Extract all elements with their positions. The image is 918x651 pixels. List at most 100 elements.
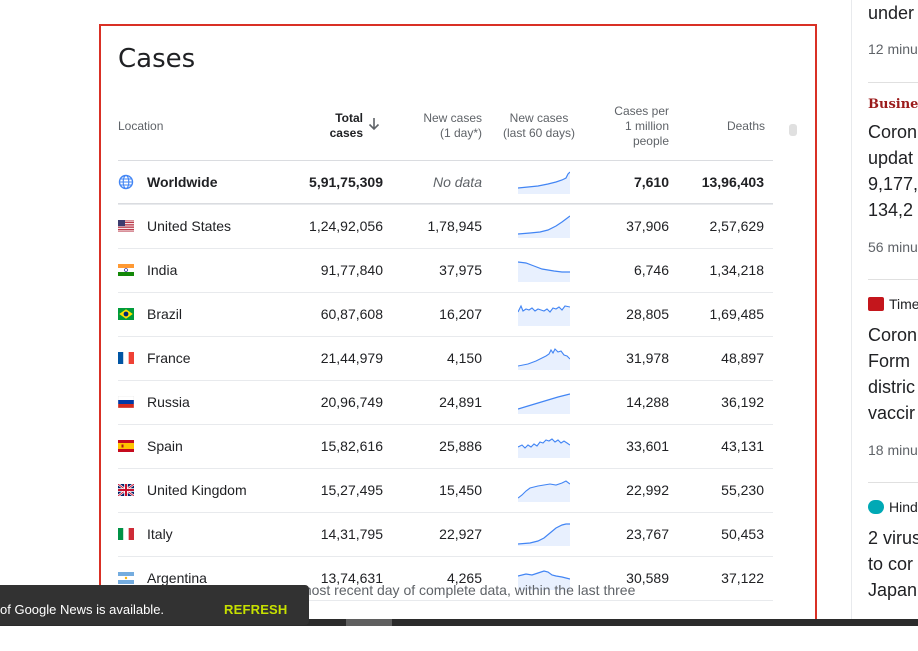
row-cases-per-million: 31,978 [626, 350, 669, 366]
scrollbar-thumb[interactable] [346, 619, 392, 626]
table-row[interactable]: United Kingdom 15,27,495 15,450 22,992 5… [118, 468, 773, 512]
table-row[interactable]: Italy 14,31,795 22,927 23,767 50,453 [118, 512, 773, 556]
header-deaths[interactable]: Deaths [701, 119, 765, 134]
news-divider [868, 482, 918, 483]
row-total-cases: 20,96,749 [320, 394, 383, 410]
row-total-cases: 1,24,92,056 [309, 218, 383, 234]
header-new-cases-1-day[interactable]: New cases (1 day*) [401, 111, 482, 141]
flag-argentina-icon [118, 572, 134, 584]
row-cases-per-million: 14,288 [626, 394, 669, 410]
sparkline-chart [518, 438, 570, 458]
row-deaths: 48,897 [721, 350, 764, 366]
flag-russia-icon [118, 396, 134, 408]
row-deaths: 13,96,403 [701, 174, 764, 190]
row-total-cases: 15,82,616 [320, 438, 383, 454]
news-time: 12 minu [868, 41, 918, 57]
row-location: Brazil [147, 306, 183, 322]
row-new-cases: No data [432, 174, 482, 190]
card-title: Cases [118, 44, 196, 74]
row-cases-per-million: 33,601 [626, 438, 669, 454]
row-new-cases: 1,78,945 [427, 218, 483, 234]
row-cases-per-million: 7,610 [633, 174, 669, 190]
arrow-down-icon [368, 118, 380, 131]
row-new-cases: 15,450 [439, 482, 482, 498]
row-deaths: 37,122 [721, 570, 764, 586]
row-deaths: 55,230 [721, 482, 764, 498]
row-new-cases: 16,207 [439, 306, 482, 322]
table-row[interactable]: France 21,44,979 4,150 31,978 48,897 [118, 336, 773, 380]
news-source-business[interactable]: Business [868, 97, 918, 112]
table-row[interactable]: Brazil 60,87,608 16,207 28,805 1,69,485 [118, 292, 773, 336]
row-new-cases: 22,927 [439, 526, 482, 542]
sparkline-chart [518, 171, 570, 194]
row-location: Spain [147, 438, 183, 454]
row-cases-per-million: 23,767 [626, 526, 669, 542]
flag-united-kingdom-icon [118, 484, 134, 496]
news-time: 18 minu [868, 442, 918, 458]
row-deaths: 36,192 [721, 394, 764, 410]
ht-logo-icon [868, 500, 884, 514]
sparkline-chart [518, 480, 570, 502]
row-new-cases: 25,886 [439, 438, 482, 454]
related-news-column: under 12 minu Business Coron updat 9,177… [851, 0, 918, 619]
update-toast: of Google News is available. REFRESH [0, 585, 309, 625]
toast-message: of Google News is available. [0, 602, 165, 617]
row-location: United Kingdom [147, 482, 247, 498]
sparkline-chart [518, 261, 570, 282]
row-cases-per-million: 28,805 [626, 306, 669, 322]
sparkline-chart [518, 393, 570, 414]
news-divider [868, 82, 918, 83]
row-total-cases: 15,27,495 [320, 482, 383, 498]
sparkline-chart [518, 304, 570, 326]
row-cases-per-million: 37,906 [626, 218, 669, 234]
row-location: United States [147, 218, 232, 234]
row-cases-per-million: 6,746 [633, 262, 669, 278]
cases-card: Cases Location Total cases New cases (1 … [99, 24, 817, 624]
table-row[interactable]: United States 1,24,92,056 1,78,945 37,90… [118, 204, 773, 248]
refresh-button[interactable]: REFRESH [224, 602, 288, 617]
row-location: France [147, 350, 191, 366]
row-total-cases: 21,44,979 [320, 350, 383, 366]
row-deaths: 1,69,485 [709, 306, 765, 322]
row-location: Argentina [147, 570, 207, 586]
row-total-cases: 5,91,75,309 [309, 174, 383, 190]
header-location: Location [118, 119, 164, 133]
row-total-cases: 91,77,840 [320, 262, 383, 278]
news-source[interactable]: Hind [868, 499, 918, 515]
table-row[interactable]: Spain 15,82,616 25,886 33,601 43,131 [118, 424, 773, 468]
row-location: Russia [147, 394, 190, 410]
flag-india-icon [118, 264, 134, 276]
table-header: Location Total cases New cases (1 day*) … [101, 104, 781, 162]
news-time: 56 minu [868, 239, 918, 255]
sparkline-chart [518, 348, 570, 370]
sparkline-chart [518, 523, 570, 546]
globe-icon [118, 174, 134, 190]
news-headline[interactable]: 2 virus to cor Japan [868, 525, 918, 603]
row-total-cases: 14,31,795 [320, 526, 383, 542]
table-row-worldwide[interactable]: Worldwide 5,91,75,309 No data 7,610 13,9… [118, 160, 773, 204]
row-deaths: 2,57,629 [709, 218, 765, 234]
news-headline[interactable]: Coron Form distric vaccir [868, 322, 917, 426]
table-scrollbar[interactable] [789, 124, 797, 136]
row-cases-per-million: 22,992 [626, 482, 669, 498]
news-source[interactable]: Time [868, 296, 918, 312]
row-location: India [147, 262, 178, 278]
row-deaths: 43,131 [721, 438, 764, 454]
row-location: Italy [147, 526, 173, 542]
flag-france-icon [118, 352, 134, 364]
row-location: Worldwide [147, 174, 218, 190]
flag-brazil-icon [118, 308, 134, 320]
flag-italy-icon [118, 528, 134, 540]
row-new-cases: 37,975 [439, 262, 482, 278]
table-row[interactable]: Russia 20,96,749 24,891 14,288 36,192 [118, 380, 773, 424]
news-headline[interactable]: Coron updat 9,177, 134,2 [868, 119, 918, 223]
news-headline[interactable]: under [868, 0, 914, 26]
table-row[interactable]: India 91,77,840 37,975 6,746 1,34,218 [118, 248, 773, 292]
header-cases-per-million[interactable]: Cases per 1 million people [596, 104, 669, 149]
header-total-cases[interactable]: Total cases [291, 111, 380, 141]
toi-logo-icon [868, 297, 884, 311]
row-new-cases: 4,150 [446, 350, 482, 366]
flag-spain-icon [118, 440, 134, 452]
header-new-cases-60-days: New cases (last 60 days) [502, 111, 576, 140]
row-deaths: 1,34,218 [709, 262, 765, 278]
